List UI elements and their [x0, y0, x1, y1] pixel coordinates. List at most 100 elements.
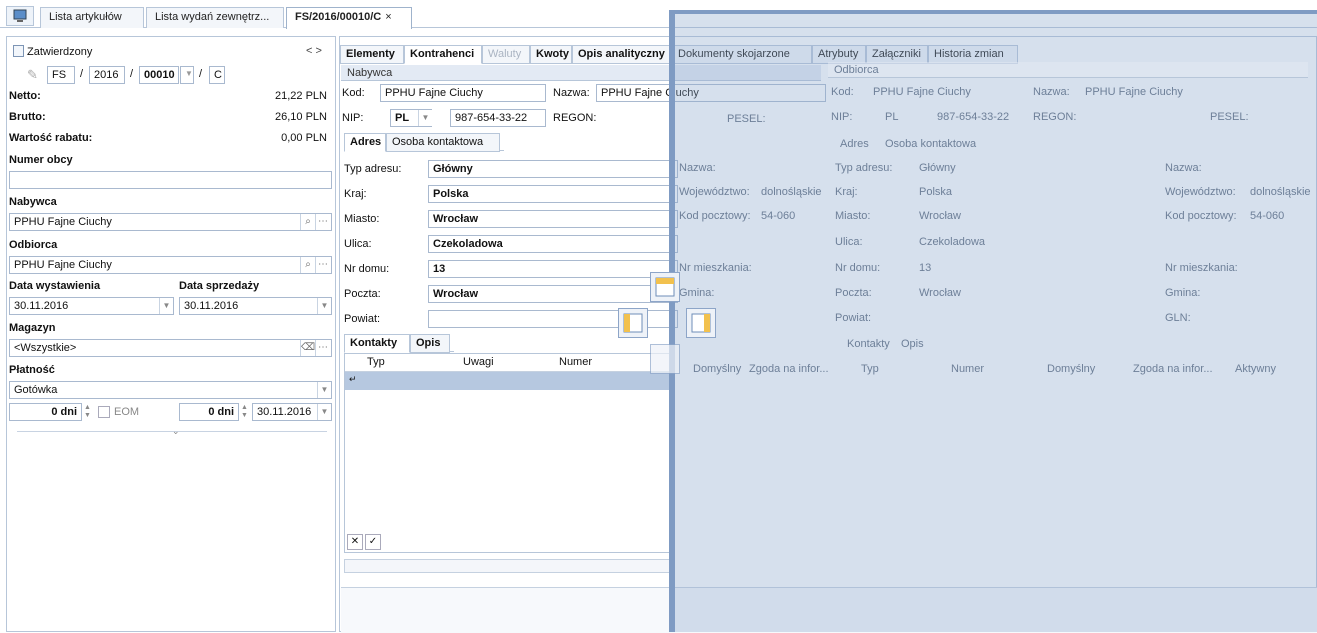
brutto-label: Brutto:: [9, 111, 46, 123]
new-row[interactable]: [345, 372, 673, 390]
wojewodztwo-label: Województwo:: [1165, 186, 1236, 198]
dock-preview-overlay: Nazwa: Województwo: dolnośląskie Kod poc…: [669, 10, 1317, 632]
nazwa-label: Nazwa:: [1033, 86, 1070, 98]
col-numer[interactable]: Numer: [559, 356, 592, 368]
data-wystawienia-label: Data wystawienia: [9, 280, 101, 292]
record-nav[interactable]: < >: [306, 45, 322, 57]
pesel-label: PESEL:: [727, 113, 766, 125]
col-domyslny: Domyślny: [1047, 363, 1096, 375]
cancel-icon[interactable]: ✕: [347, 534, 363, 550]
eom-checkbox[interactable]: [98, 406, 110, 418]
tab-kontrahenci[interactable]: Kontrahenci: [404, 45, 482, 64]
nip-country-field: PL: [885, 111, 899, 123]
dni2-field[interactable]: 0 dni: [179, 403, 239, 421]
tab-lista-artykulow[interactable]: Lista artykułów: [40, 7, 144, 28]
netto-label: Netto:: [9, 90, 41, 102]
kraj-label: Kraj:: [344, 188, 367, 200]
doc-number-dropdown[interactable]: ▼: [180, 66, 194, 84]
numer-obcy-field[interactable]: [9, 171, 332, 189]
kraj-field: Polska: [919, 186, 953, 198]
kod-label: Kod:: [342, 87, 365, 99]
horizontal-scrollbar[interactable]: [344, 559, 674, 573]
tab-waluty[interactable]: Waluty: [482, 45, 530, 64]
nip-field[interactable]: 987-654-33-22: [450, 109, 546, 127]
wojewodztwo-value: dolnośląskie: [1250, 186, 1311, 198]
typ-adresu-field[interactable]: Główny: [428, 160, 678, 178]
spinner-icon[interactable]: ▲ ▼: [241, 404, 251, 420]
nazwa2-label: Nazwa:: [679, 162, 716, 174]
doc-year-field[interactable]: 2016: [89, 66, 125, 84]
kod-field[interactable]: PPHU Fajne Ciuchy: [380, 84, 546, 102]
spinner-icon[interactable]: ▲ ▼: [84, 404, 94, 420]
col-uwagi[interactable]: Uwagi: [463, 356, 494, 368]
chevron-down-icon[interactable]: ▼: [317, 298, 331, 314]
dock-top-icon[interactable]: [650, 272, 680, 302]
dock-bottom-icon[interactable]: [650, 344, 680, 374]
more-icon[interactable]: ⋯: [315, 257, 330, 273]
collapse-icon[interactable]: ⌄: [172, 426, 180, 437]
poczta-field[interactable]: Wrocław: [428, 285, 678, 303]
data-sprzedazy-field[interactable]: 30.11.2016: [179, 297, 332, 315]
nabywca-label: Nabywca: [9, 196, 57, 208]
ulica-field[interactable]: Czekoladowa: [428, 235, 678, 253]
odbiorca-section-header: Odbiorca: [828, 62, 1308, 78]
netto-value: 21,22 PLN: [275, 90, 327, 102]
subtab-kontakty[interactable]: Kontakty: [344, 334, 410, 353]
dock-left-icon[interactable]: [618, 308, 648, 338]
nr-domu-field[interactable]: 13: [428, 260, 678, 278]
dni-field[interactable]: 0 dni: [9, 403, 82, 421]
doc-suffix-field[interactable]: C: [209, 66, 225, 84]
close-icon[interactable]: ×: [385, 11, 391, 23]
tab-fs-document[interactable]: FS/2016/00010/C ×: [286, 7, 412, 29]
data-wystawienia-field[interactable]: 30.11.2016: [9, 297, 174, 315]
col-zgoda: Zgoda na infor...: [749, 363, 829, 375]
data-sprzedazy-label: Data sprzedaży: [179, 280, 260, 292]
col-typ[interactable]: Typ: [367, 356, 385, 368]
miasto-field[interactable]: Wrocław: [428, 210, 678, 228]
dock-right-icon[interactable]: [686, 308, 716, 338]
edit-icon[interactable]: ✎: [27, 67, 38, 83]
poczta-label: Poczta:: [344, 288, 381, 300]
grid-header: Typ Uwagi Numer: [345, 354, 673, 372]
tab-fs-label: FS/2016/00010/C: [295, 11, 382, 23]
regon-label: REGON:: [1033, 111, 1077, 123]
kod-pocztowy-label: Kod pocztowy:: [1165, 210, 1237, 222]
tab-elementy[interactable]: Elementy: [340, 45, 404, 64]
subtab-adres: Adres: [840, 138, 869, 150]
eraser-icon[interactable]: ⌫: [300, 340, 315, 356]
app-icon[interactable]: [6, 6, 34, 26]
chevron-down-icon[interactable]: ▼: [159, 298, 173, 314]
status-label: Zatwierdzony: [27, 46, 93, 58]
more-icon[interactable]: ⋯: [315, 340, 330, 356]
chevron-down-icon[interactable]: ▼: [418, 110, 432, 126]
kraj-field[interactable]: Polska: [428, 185, 678, 203]
platnosc-label: Płatność: [9, 364, 55, 376]
poczta-field: Wrocław: [919, 287, 961, 299]
platnosc-field[interactable]: Gotówka: [9, 381, 332, 399]
kod-field: PPHU Fajne Ciuchy: [873, 86, 971, 98]
search-icon[interactable]: ⌕: [300, 257, 315, 273]
nabywca-field[interactable]: PPHU Fajne Ciuchy: [9, 213, 332, 231]
subtab-osoba-kontaktowa[interactable]: Osoba kontaktowa: [386, 133, 500, 152]
search-icon[interactable]: ⌕: [300, 214, 315, 230]
col-zgoda: Zgoda na infor...: [1133, 363, 1213, 375]
more-icon[interactable]: ⋯: [315, 214, 330, 230]
doc-number-field[interactable]: 00010: [139, 66, 179, 84]
dock-guide: [618, 272, 716, 378]
magazyn-field[interactable]: <Wszystkie>: [9, 339, 332, 357]
doc-series-field[interactable]: FS: [47, 66, 75, 84]
chevron-down-icon[interactable]: ▼: [317, 404, 331, 420]
odbiorca-label: Odbiorca: [9, 239, 58, 251]
subtab-adres[interactable]: Adres: [344, 133, 386, 152]
odbiorca-field[interactable]: PPHU Fajne Ciuchy: [9, 256, 332, 274]
tab-kwoty[interactable]: Kwoty: [530, 45, 572, 64]
confirm-icon[interactable]: ✓: [365, 534, 381, 550]
typ-adresu-label: Typ adresu:: [344, 163, 402, 175]
tab-lista-wydan[interactable]: Lista wydań zewnętrz...: [146, 7, 284, 28]
kod-pocztowy-value: 54-060: [761, 210, 796, 222]
chevron-down-icon[interactable]: ▼: [317, 382, 331, 398]
kod-pocztowy-label: Kod pocztowy:: [679, 210, 751, 222]
tab-opis-analityczny[interactable]: Opis analityczny: [572, 45, 672, 64]
subtab-opis[interactable]: Opis: [410, 334, 450, 353]
pesel-label: PESEL:: [1210, 111, 1249, 123]
